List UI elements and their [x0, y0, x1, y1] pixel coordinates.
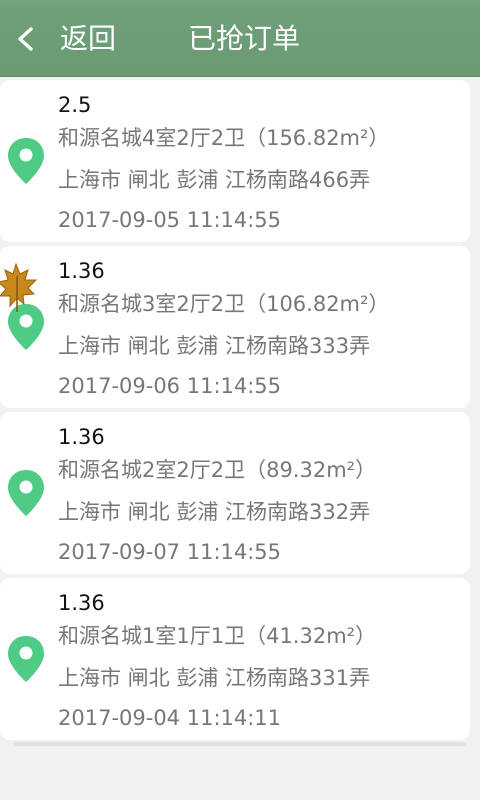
back-label: 返回 [60, 22, 117, 55]
order-card[interactable]: 1.36 和源名城2室2厅2卫（89.32m²） 上海市 闸北 彭浦 江杨南路3… [0, 412, 470, 574]
map-pin-icon [8, 470, 44, 516]
map-pin-icon [8, 138, 44, 184]
order-price: 1.36 [58, 425, 105, 449]
order-address: 上海市 闸北 彭浦 江杨南路331弄 [58, 666, 371, 690]
order-card[interactable]: 1.36 和源名城1室1厅1卫（41.32m²） 上海市 闸北 彭浦 江杨南路3… [0, 578, 470, 740]
list-bottom-divider [14, 742, 466, 746]
order-title: 和源名城4室2厅2卫（156.82m²） [58, 126, 390, 150]
order-price: 1.36 [58, 259, 105, 283]
chevron-left-icon [18, 27, 33, 51]
app-header: 返回 已抢订单 [0, 0, 480, 77]
back-button[interactable]: 返回 [6, 14, 136, 64]
maple-leaf-icon [0, 262, 38, 312]
order-time: 2017-09-04 11:14:11 [58, 706, 282, 730]
order-time: 2017-09-06 11:14:55 [58, 374, 282, 398]
order-card[interactable]: 2.5 和源名城4室2厅2卫（156.82m²） 上海市 闸北 彭浦 江杨南路4… [0, 80, 470, 242]
order-address: 上海市 闸北 彭浦 江杨南路333弄 [58, 334, 371, 358]
order-title: 和源名城3室2厅2卫（106.82m²） [58, 292, 390, 316]
order-address: 上海市 闸北 彭浦 江杨南路466弄 [58, 168, 371, 192]
map-pin-icon [8, 636, 44, 682]
page-title: 已抢订单 [188, 22, 301, 55]
order-time: 2017-09-07 11:14:55 [58, 540, 282, 564]
order-time: 2017-09-05 11:14:55 [58, 208, 282, 232]
order-price: 2.5 [58, 93, 92, 117]
order-card[interactable]: 1.36 和源名城3室2厅2卫（106.82m²） 上海市 闸北 彭浦 江杨南路… [0, 246, 470, 408]
order-title: 和源名城1室1厅1卫（41.32m²） [58, 624, 377, 648]
order-title: 和源名城2室2厅2卫（89.32m²） [58, 458, 377, 482]
order-price: 1.36 [58, 591, 105, 615]
order-address: 上海市 闸北 彭浦 江杨南路332弄 [58, 500, 371, 524]
